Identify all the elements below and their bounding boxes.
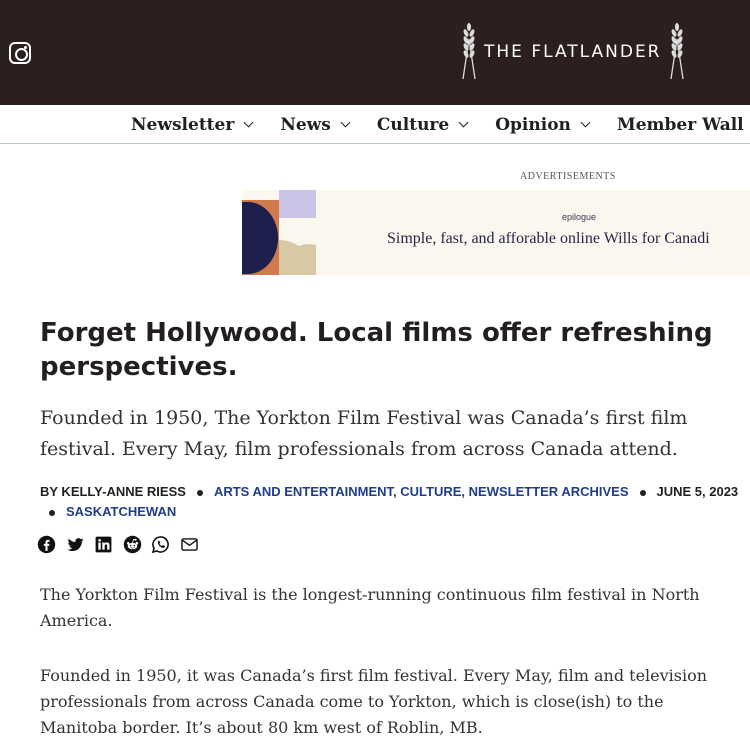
reddit-icon[interactable] bbox=[123, 535, 142, 554]
nav-item-opinion[interactable]: Opinion bbox=[495, 114, 591, 135]
category-links[interactable]: ARTS AND ENTERTAINMENT, CULTURE, NEWSLET… bbox=[214, 484, 629, 499]
tag-link[interactable]: SASKATCHEWAN bbox=[66, 504, 176, 519]
article-dek: Founded in 1950, The Yorkton Film Festiv… bbox=[40, 407, 688, 460]
nav-item-member-wall[interactable]: Member Wall bbox=[617, 115, 744, 135]
nav-item-newsletter[interactable]: Newsletter bbox=[131, 114, 254, 135]
chevron-down-icon bbox=[580, 117, 591, 127]
separator-dot bbox=[196, 489, 203, 496]
main-nav: Newsletter News Culture Opinion Member W… bbox=[0, 105, 750, 144]
nav-item-culture[interactable]: Culture bbox=[376, 114, 469, 135]
facebook-icon[interactable] bbox=[37, 535, 56, 554]
site-logo[interactable]: THE FLATLANDER bbox=[458, 22, 688, 82]
chevron-down-icon bbox=[340, 117, 351, 127]
article-paragraph: The Yorkton Film Festival is the longest… bbox=[40, 585, 700, 630]
nav-item-label: Culture bbox=[376, 114, 450, 135]
share-bar bbox=[37, 535, 208, 554]
separator-dot bbox=[639, 489, 646, 496]
linkedin-icon[interactable] bbox=[94, 535, 113, 554]
twitter-icon[interactable] bbox=[66, 535, 85, 554]
whatsapp-icon[interactable] bbox=[151, 535, 170, 554]
ad-banner[interactable]: epilogue Simple, fast, and afforable onl… bbox=[242, 190, 750, 275]
separator-dot bbox=[49, 509, 55, 516]
byline[interactable]: BY KELLY-ANNE RIESS bbox=[40, 484, 186, 499]
ad-brand: epilogue bbox=[562, 212, 597, 222]
article-title: Forget Hollywood. Local films offer refr… bbox=[40, 318, 713, 382]
ad-text: Simple, fast, and afforable online Wills… bbox=[387, 230, 710, 247]
article-meta: BY KELLY-ANNE RIESS ARTS AND ENTERTAINMEN… bbox=[40, 483, 740, 521]
nav-item-label: News bbox=[280, 114, 331, 135]
ad-label: ADVERTISEMENTS bbox=[520, 171, 616, 182]
nav-item-label: Member Wall bbox=[616, 114, 744, 135]
nav-list: Newsletter News Culture Opinion Member W… bbox=[131, 105, 750, 144]
chevron-down-icon bbox=[243, 117, 254, 127]
brand-name: THE FLATLANDER bbox=[484, 42, 662, 62]
article-paragraph: Founded in 1950, it was Canada’s first f… bbox=[40, 666, 708, 737]
instagram-icon[interactable] bbox=[9, 42, 31, 64]
site-header: THE FLATLANDER bbox=[0, 0, 750, 105]
nav-item-label: Newsletter bbox=[131, 114, 235, 135]
ad-graphic bbox=[242, 190, 316, 275]
nav-item-news[interactable]: News bbox=[280, 114, 351, 135]
wheat-left-icon bbox=[462, 23, 476, 80]
email-icon[interactable] bbox=[180, 535, 199, 554]
wheat-right-icon bbox=[669, 23, 684, 80]
nav-item-label: Opinion bbox=[495, 114, 571, 135]
chevron-down-icon bbox=[458, 117, 469, 127]
publish-date: JUNE 5, 2023 bbox=[656, 484, 739, 499]
